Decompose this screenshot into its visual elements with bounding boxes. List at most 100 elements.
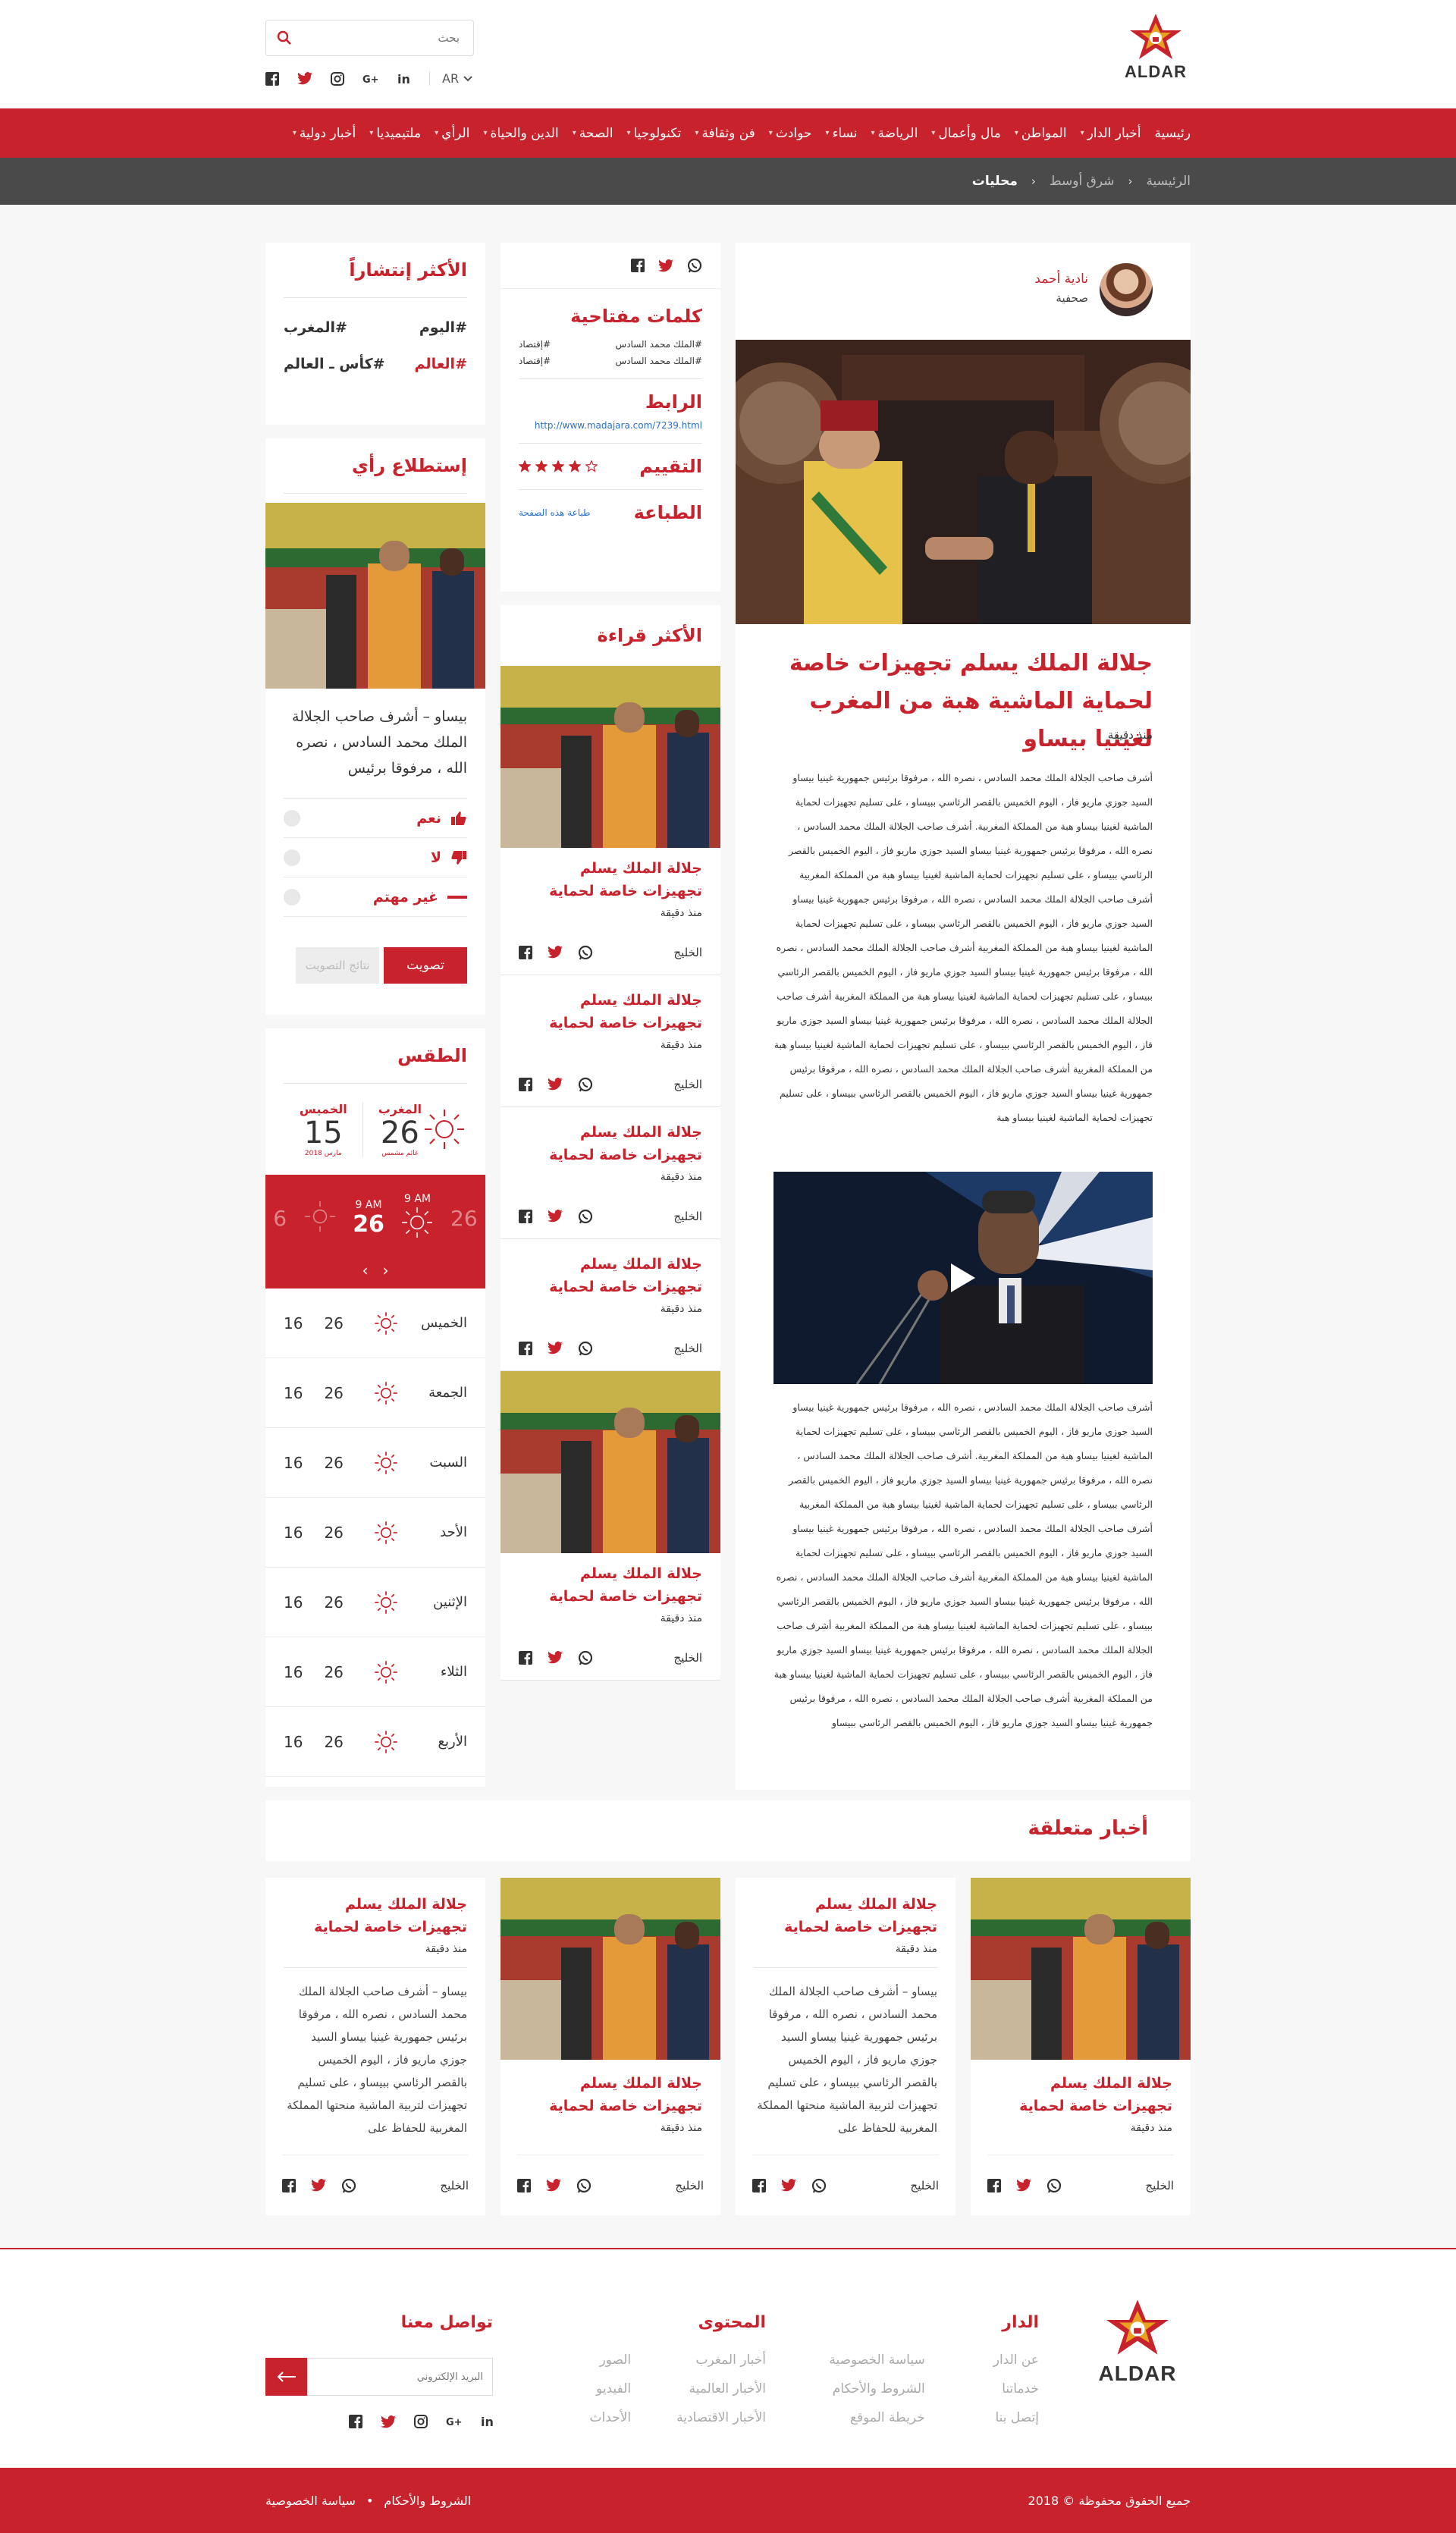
nav-item[interactable]: الرياضة ▾ [858,126,918,141]
facebook-icon[interactable] [519,1341,532,1355]
related-news-item[interactable]: جلالة الملك يسلم تجهيزات خاصة لحماية منذ… [736,1878,956,2215]
footer-link[interactable]: خدماتنا [993,2374,1039,2403]
chevron-right-icon[interactable]: › [383,1261,389,1279]
most-read-item[interactable]: جلالة الملك يسلم تجهيزات خاصة لحماية منذ… [500,975,720,1107]
most-read-item-title[interactable]: جلالة الملك يسلم تجهيزات خاصة لحماية [500,1244,720,1298]
star-icon[interactable] [552,460,564,472]
keyword-tag[interactable]: #الملك محمد السادس [616,339,702,350]
article-permalink[interactable]: http://www.madajara.com/7239.html [519,420,702,431]
poll-radio[interactable] [284,849,300,866]
news-thumbnail[interactable] [971,1878,1191,2060]
twitter-icon[interactable] [548,1210,563,1223]
footer-link[interactable]: الأخبار العالمية [676,2374,766,2403]
keyword-tag[interactable]: #إقتصاد [519,339,551,350]
most-read-item-title[interactable]: جلالة الملك يسلم تجهيزات خاصة لحماية [500,1112,720,1166]
related-news-item[interactable]: جلالة الملك يسلم تجهيزات خاصة لحماية منذ… [500,1878,720,2215]
whatsapp-icon[interactable] [578,1341,593,1356]
twitter-icon[interactable] [548,946,563,959]
footer-link[interactable]: أخبار المغرب [676,2346,766,2374]
star-rating[interactable] [519,460,598,472]
nav-item[interactable]: الرأي ▾ [421,126,469,141]
privacy-link[interactable]: سياسة الخصوصية [265,2494,356,2508]
vote-button[interactable]: تصويت [384,947,467,984]
poll-option[interactable]: غير مهتم [284,877,467,917]
nav-item[interactable]: تكنولوجيا ▾ [613,126,681,141]
whatsapp-icon[interactable] [811,2178,827,2193]
facebook-icon[interactable] [631,259,645,272]
facebook-icon[interactable] [519,1650,532,1665]
play-icon[interactable] [949,1262,977,1294]
twitter-icon[interactable] [546,2179,561,2192]
footer-link[interactable]: الصور [590,2346,631,2374]
facebook-icon[interactable] [349,2415,362,2428]
most-read-item[interactable]: جلالة الملك يسلم تجهيزات خاصة لحماية منذ… [500,1239,720,1371]
whatsapp-icon[interactable] [687,258,702,273]
related-item-title[interactable]: جلالة الملك يسلم تجهيزات خاصة لحماية [971,2072,1191,2117]
article-video[interactable] [774,1172,1153,1385]
search-input[interactable] [266,20,473,55]
newsletter-email-input[interactable] [307,2358,493,2396]
nav-item[interactable]: الدين والحياة ▾ [469,126,558,141]
twitter-icon[interactable] [548,1078,563,1091]
facebook-icon[interactable] [282,2178,296,2192]
footer-link[interactable]: الشروط والأحكام [829,2374,925,2403]
related-news-item[interactable]: جلالة الملك يسلم تجهيزات خاصة لحماية منذ… [971,1878,1191,2215]
trending-tag[interactable]: #المغرب [284,319,347,336]
whatsapp-icon[interactable] [578,1209,593,1224]
twitter-icon[interactable] [311,2179,326,2192]
keyword-tag[interactable]: #إقتصاد [519,356,551,366]
print-page-link[interactable]: طباعة هذه الصفحة [519,507,591,518]
poll-option[interactable]: نعم [284,799,467,838]
footer-link[interactable]: سياسة الخصوصية [829,2346,924,2374]
nav-item[interactable]: أخبار الدار ▾ [1067,126,1141,141]
trending-tag[interactable]: #العالم [415,356,467,372]
most-read-item-title[interactable]: جلالة الملك يسلم تجهيزات خاصة لحماية [500,848,720,902]
poll-radio[interactable] [284,809,300,827]
facebook-icon[interactable] [519,1077,532,1091]
instagram-icon[interactable] [331,71,344,86]
star-icon[interactable] [519,460,531,472]
nav-item[interactable]: أخبار دولية ▾ [279,126,356,141]
nav-item[interactable]: ملتيميديا ▾ [356,126,421,141]
twitter-icon[interactable] [781,2179,796,2192]
related-item-title[interactable]: جلالة الملك يسلم تجهيزات خاصة لحماية [736,1893,956,1938]
twitter-icon[interactable] [381,2415,396,2428]
trending-tag[interactable]: #كأس ـ العالم [284,356,385,372]
facebook-icon[interactable] [987,2178,1001,2192]
terms-link[interactable]: الشروط والأحكام [384,2494,471,2508]
whatsapp-icon[interactable] [578,1077,593,1092]
star-icon[interactable] [569,460,581,472]
star-icon[interactable] [535,460,548,472]
most-read-item[interactable]: جلالة الملك يسلم تجهيزات خاصة لحماية منذ… [500,666,720,975]
nav-item[interactable]: رئيسية [1141,126,1191,141]
nav-item[interactable]: حوادث ▾ [755,126,812,141]
nav-item[interactable]: نساء ▾ [811,126,857,141]
related-item-title[interactable]: جلالة الملك يسلم تجهيزات خاصة لحماية [265,1893,485,1938]
whatsapp-icon[interactable] [578,945,593,960]
twitter-icon[interactable] [658,259,673,272]
footer-logo[interactable]: ALDAR [1084,2298,1191,2386]
whatsapp-icon[interactable] [576,2178,592,2193]
google-plus-icon[interactable]: G+ [446,2415,463,2428]
star-icon[interactable] [585,460,598,472]
footer-link[interactable]: خريطة الموقع [829,2403,925,2432]
twitter-icon[interactable] [548,1651,563,1664]
whatsapp-icon[interactable] [341,2178,356,2193]
language-selector[interactable]: AR [429,71,472,86]
poll-radio[interactable] [284,888,300,906]
footer-link[interactable]: الأحداث [590,2403,632,2432]
search-icon[interactable] [277,30,292,46]
trending-tag[interactable]: #اليوم [419,319,467,336]
author-avatar[interactable] [1100,263,1153,316]
newsletter-submit-button[interactable] [265,2358,307,2396]
linkedin-icon[interactable]: in [397,72,411,86]
nav-item[interactable]: مال وأعمال ▾ [918,126,1001,141]
site-logo[interactable]: ALDAR [1121,12,1191,82]
facebook-icon[interactable] [519,1209,532,1223]
instagram-icon[interactable] [414,2415,428,2428]
news-thumbnail[interactable] [500,1878,720,2060]
news-thumbnail[interactable] [500,1371,720,1553]
author-name[interactable]: نادية أحمد [1034,272,1088,287]
footer-link[interactable]: الفيديو [590,2374,631,2403]
most-read-item-title[interactable]: جلالة الملك يسلم تجهيزات خاصة لحماية [500,980,720,1034]
